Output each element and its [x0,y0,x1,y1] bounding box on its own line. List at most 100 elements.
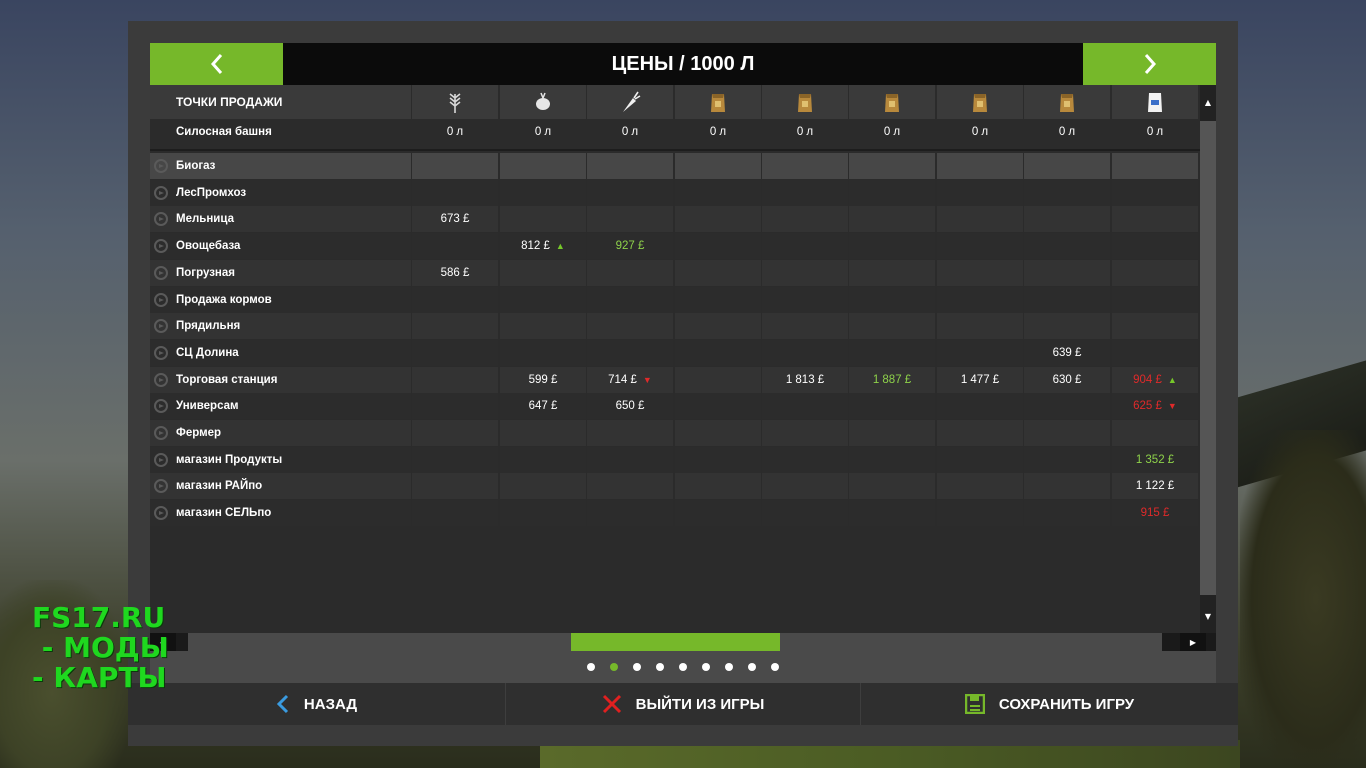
sell-point-icon [154,185,168,200]
price-cell [587,473,673,500]
scroll-right-icon[interactable]: ▶ [1180,633,1206,651]
price-down-icon: ▼ [642,374,652,385]
price-cell [762,259,848,286]
price-cell [849,179,935,206]
sell-point-icon [154,319,168,334]
price-cell [937,473,1023,500]
price-cell [1112,339,1198,366]
page-dot[interactable] [656,663,664,671]
sell-point-row[interactable]: Торговая станция 599 £ 714 £ ▼ 1 813 £ 1 887 … [150,366,1200,393]
sell-point-name: Погрузная [150,259,411,286]
price-cell: 1 122 £ [1112,473,1198,500]
grain-sack-icon [881,90,903,114]
table-header-row: ТОЧКИ ПРОДАЖИ [150,85,1200,119]
sell-point-row[interactable]: Фермер [150,420,1200,446]
next-page-button[interactable] [1083,43,1216,85]
silo-name: Силосная башня [150,119,411,145]
price-cell [1024,473,1110,500]
sell-point-name: Прядильня [150,313,411,340]
sell-point-row[interactable]: Мельница 673 £ [150,206,1200,233]
price-cell [412,179,498,206]
sugarbeet-icon [619,90,641,114]
price-cell: 647 £ [500,393,586,420]
back-label: НАЗАД [303,695,358,713]
scroll-up-icon[interactable]: ▲ [1200,89,1216,115]
price-cell [675,286,761,313]
silo-value: 0 л [849,119,935,145]
price-cell [849,286,935,313]
page-dot[interactable] [610,663,618,671]
price-value: 904 £ [1133,373,1162,386]
price-cell [1112,206,1198,233]
page-dot[interactable] [748,663,756,671]
price-cell [1024,420,1110,446]
price-cell [500,473,586,500]
chevron-right-icon [1144,54,1156,74]
sell-point-name: Мельница [150,206,411,233]
price-cell [587,446,673,473]
sell-point-icon [154,159,168,173]
sell-point-row[interactable]: магазин РАЙпо 1 122 £ [150,473,1200,500]
vertical-scrollbar[interactable]: ▲ ▼ [1200,85,1216,633]
save-game-button[interactable]: СОХРАНИТЬ ИГРУ [861,683,1238,725]
price-cell [412,153,498,179]
price-cell [675,259,761,286]
column-header-5 [762,85,848,119]
sell-point-row[interactable]: СЦ Долина 639 £ [150,339,1200,366]
sell-point-row[interactable]: Погрузная 586 £ [150,259,1200,286]
page-dot[interactable] [771,663,779,671]
save-icon [964,694,985,714]
price-cell [500,420,586,446]
page-dot[interactable] [633,663,641,671]
price-cell: 904 £ ▲ [1112,366,1198,393]
price-cell [675,473,761,500]
price-cell [500,313,586,340]
price-cell [937,233,1023,260]
sell-point-row[interactable]: Овощебаза 812 £ ▲ 927 £ [150,233,1200,260]
quit-game-button[interactable]: ВЫЙТИ ИЗ ИГРЫ [506,683,861,725]
price-cell [500,446,586,473]
price-value: 927 £ [615,240,645,253]
price-cell [675,420,761,446]
sell-point-row[interactable]: магазин СЕЛЬпо 915 £ [150,500,1200,527]
page-title: ЦЕНЫ / 1000 Л [611,52,755,75]
sell-point-row[interactable]: Прядильня [150,313,1200,340]
scroll-thumb[interactable] [571,633,780,651]
price-cell [762,500,848,527]
sell-point-row[interactable]: магазин Продукты 1 352 £ [150,446,1200,473]
price-cell [762,233,848,260]
back-button[interactable]: НАЗАД [128,683,506,725]
scroll-track[interactable] [1200,121,1216,595]
silo-value: 0 л [1112,119,1198,145]
scroll-down-icon[interactable]: ▼ [1200,603,1216,629]
footer-bar: НАЗАД ВЫЙТИ ИЗ ИГРЫ СОХРАНИТЬ ИГРУ [128,683,1238,725]
horizontal-scrollbar[interactable]: ◀ ▶ [150,633,1216,651]
sell-point-row[interactable]: Универсам 647 £ 650 £ 625 £ ▼ [150,393,1200,420]
sell-point-row[interactable]: ЛесПромхоз [150,179,1200,206]
price-cell [500,500,586,527]
watermark-line: - МОДЫ [32,631,169,664]
page-dot[interactable] [679,663,687,671]
price-cell [675,446,761,473]
price-cell [412,500,498,527]
price-value: 586 £ [440,266,470,279]
sell-point-name: магазин РАЙпо [150,473,411,500]
sell-point-icon [154,426,168,440]
price-value: 1 813 £ [785,373,825,386]
price-cell [412,393,498,420]
prev-page-button[interactable] [150,43,283,85]
price-value: 650 £ [615,400,645,413]
page-dot[interactable] [702,663,710,671]
sell-point-row[interactable]: Продажа кормов [150,286,1200,313]
sell-point-name: Продажа кормов [150,286,411,313]
sell-point-row[interactable]: Биогаз [150,153,1200,179]
price-cell [1024,446,1110,473]
price-cell [937,313,1023,340]
page-dot[interactable] [725,663,733,671]
page-dot[interactable] [587,663,595,671]
sell-point-icon [154,265,168,280]
price-value: 1 477 £ [960,373,1000,386]
price-cell [937,286,1023,313]
price-cell [412,233,498,260]
close-icon [602,694,621,714]
